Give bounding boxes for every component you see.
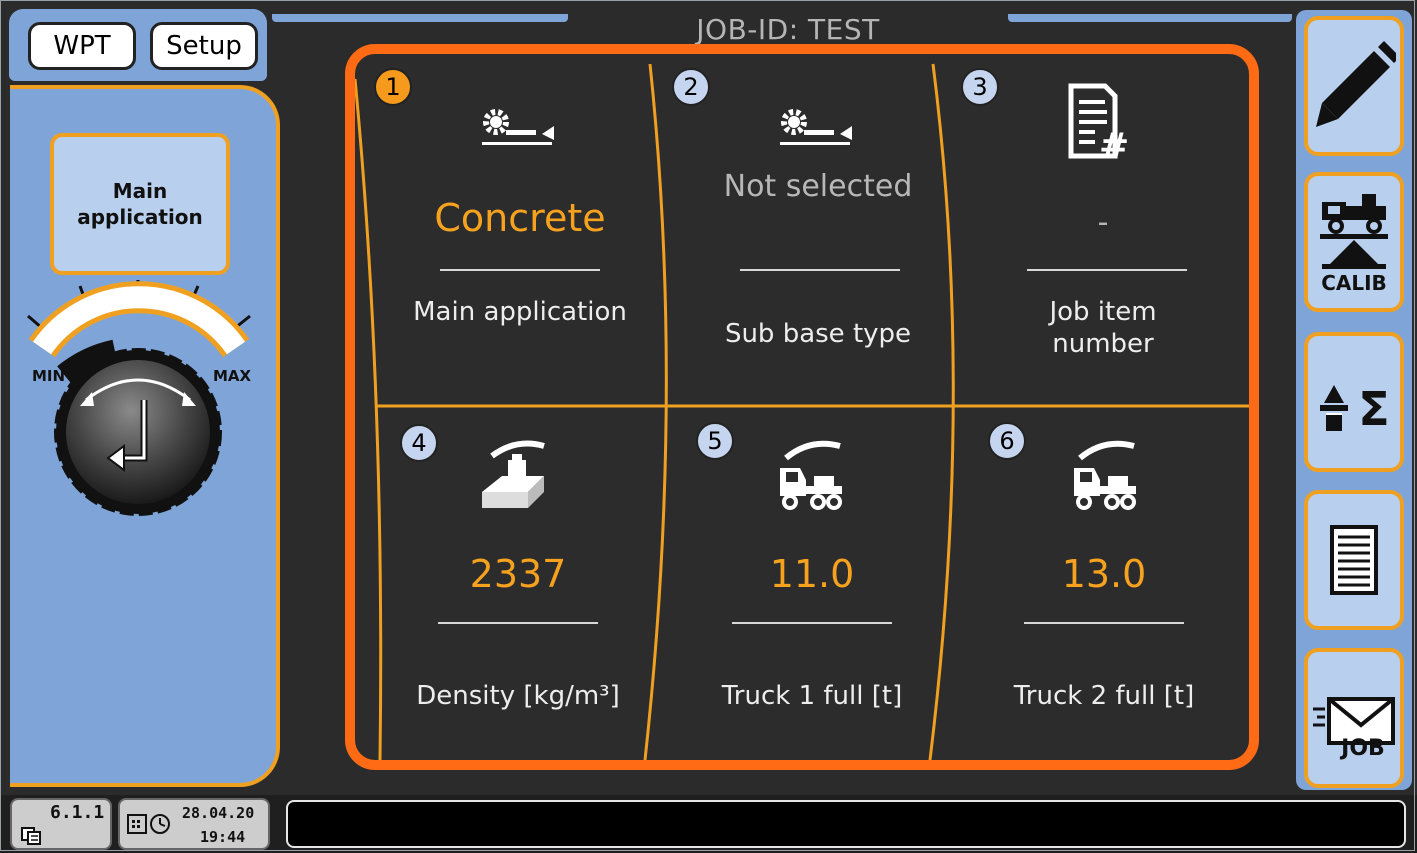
status-message-field — [286, 800, 1406, 848]
cell-density[interactable]: 4 2337 Density [kg/m³] — [368, 412, 668, 752]
cell-label: Truck 2 full [t] — [1013, 681, 1195, 711]
cell-sub-base-type[interactable]: 2 Not selected Sub base type — [668, 56, 968, 396]
cell-label: Truck 1 full [t] — [721, 681, 903, 711]
gauge-max-label: MAX — [213, 367, 252, 385]
calendar-clock-icon — [127, 814, 170, 834]
sum-symbol: Σ — [1358, 382, 1389, 436]
cell-truck-1-full[interactable]: 5 11.0 Truck 1 full [t] — [662, 412, 962, 752]
job-send-icon: JOB — [1313, 697, 1395, 761]
cell-label: Main application — [413, 297, 627, 327]
header-strip-right — [1008, 14, 1292, 22]
cell-number-badge: 1 — [374, 68, 412, 106]
truck-load-icon — [780, 440, 842, 510]
copy-icon — [21, 827, 41, 845]
cell-separator — [440, 269, 600, 271]
time-text: 19:44 — [200, 828, 246, 846]
cell-separator — [1027, 269, 1187, 271]
header-strip-left — [272, 14, 568, 22]
cell-label: Job item number — [1049, 297, 1157, 359]
rotary-knob-gauge[interactable] — [20, 280, 270, 530]
gauge-min-label: MIN — [32, 367, 66, 385]
cell-number-badge: 4 — [400, 424, 438, 462]
cell-number-badge: 5 — [696, 422, 734, 460]
document-hash-icon: # — [1068, 83, 1129, 162]
job-send-button[interactable]: JOB — [1304, 648, 1404, 788]
date-time-indicator[interactable]: 28.04.20 19:44 — [118, 798, 270, 850]
cell-value: 11.0 — [769, 552, 855, 596]
cell-value: Concrete — [434, 196, 606, 240]
svg-text:#: # — [1099, 126, 1129, 162]
paver-screed-icon — [482, 109, 554, 145]
report-list-icon — [1330, 525, 1378, 595]
version-text: 6.1.1 — [50, 802, 105, 823]
edit-button[interactable] — [1304, 16, 1404, 156]
cell-label: Density [kg/m³] — [416, 681, 620, 711]
cell-number-badge: 3 — [961, 68, 999, 106]
main-application-button[interactable]: Main application — [50, 133, 230, 275]
cell-value: 2337 — [469, 552, 567, 596]
cell-job-item-number[interactable]: 3 # - Job item number — [953, 56, 1253, 396]
cell-separator — [1024, 622, 1184, 624]
setup-button[interactable]: Setup — [150, 22, 258, 70]
cell-separator — [438, 622, 598, 624]
version-indicator[interactable]: 6.1.1 — [10, 798, 112, 850]
sum-button[interactable]: Σ — [1304, 332, 1404, 472]
truck-load-icon — [1074, 440, 1136, 510]
cell-number-badge: 2 — [672, 68, 710, 106]
wpt-button[interactable]: WPT — [28, 22, 136, 70]
cell-separator — [740, 269, 900, 271]
calib-label: CALIB — [1321, 271, 1387, 295]
cell-main-application[interactable]: 1 Concrete Main application — [370, 56, 670, 396]
paver-screed-icon — [780, 109, 852, 145]
cell-truck-2-full[interactable]: 6 13.0 Truck 2 full [t] — [954, 412, 1254, 752]
cell-number-badge: 6 — [988, 422, 1026, 460]
calib-icon: CALIB — [1320, 194, 1388, 295]
job-label: JOB — [1339, 736, 1385, 761]
cell-label: Sub base type — [724, 319, 912, 349]
cell-value: 13.0 — [1061, 552, 1147, 596]
report-button[interactable] — [1304, 490, 1404, 630]
date-text: 28.04.20 — [182, 804, 255, 822]
density-weight-icon — [482, 440, 545, 508]
cell-separator — [732, 622, 892, 624]
calib-button[interactable]: CALIB — [1304, 172, 1404, 312]
cell-value: - — [1097, 205, 1109, 240]
edit-pencil-icon — [1316, 41, 1396, 127]
cell-value: Not selected — [723, 169, 913, 204]
sum-icon: Σ — [1320, 382, 1390, 436]
